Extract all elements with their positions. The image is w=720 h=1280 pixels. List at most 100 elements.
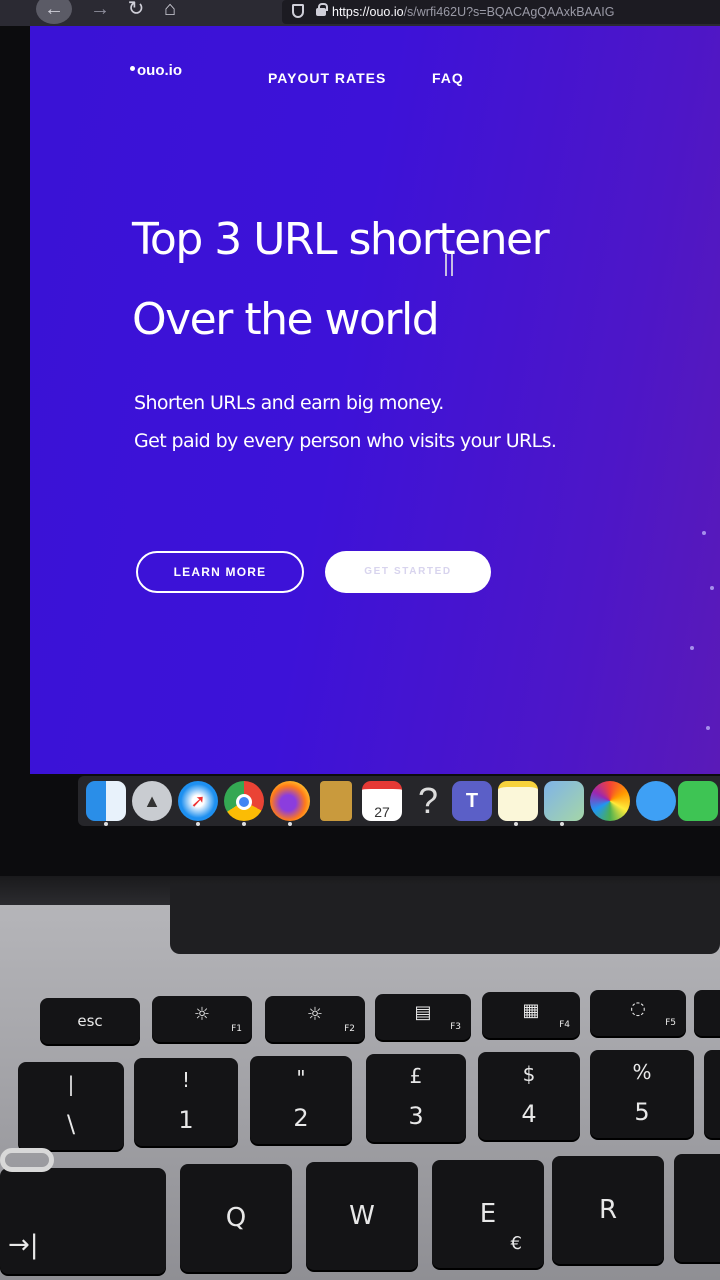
- site-logo[interactable]: ouo.io: [130, 62, 182, 79]
- key-5-top: %: [632, 1060, 652, 1084]
- calendar-day: 27: [374, 804, 390, 820]
- key-5-bottom: 5: [634, 1098, 650, 1126]
- key-backslash-bottom: \: [66, 1110, 76, 1138]
- key-1-bottom: 1: [178, 1106, 194, 1134]
- key-f1[interactable]: ☼ F1: [152, 996, 252, 1042]
- reload-icon[interactable]: ↻: [118, 0, 154, 24]
- logo-text: ouo.io: [137, 62, 182, 79]
- key-f4[interactable]: ▦ F4: [482, 992, 580, 1038]
- key-f2[interactable]: ☼ F2: [265, 996, 365, 1042]
- key-r[interactable]: R: [552, 1156, 664, 1264]
- key-6[interactable]: [704, 1050, 720, 1138]
- key-2-top: ": [296, 1066, 306, 1090]
- get-started-button[interactable]: GET STARTED: [325, 551, 491, 593]
- browser-toolbar: ← → ↻ ⌂ https://ouo.io/s/wrfi462U?s=BQAC…: [0, 0, 720, 26]
- network-dot: [690, 646, 694, 650]
- teams-glyph: T: [465, 790, 479, 812]
- key-tab-label: →|: [8, 1230, 39, 1260]
- calendar-icon[interactable]: 27: [362, 781, 402, 821]
- back-arrow-icon[interactable]: ←: [36, 0, 72, 24]
- key-3-top: £: [409, 1064, 423, 1088]
- forward-arrow-icon[interactable]: →: [82, 0, 118, 24]
- key-esc-label: esc: [77, 1012, 103, 1030]
- key-f2-label: F2: [344, 1024, 355, 1034]
- key-w[interactable]: W: [306, 1162, 418, 1270]
- hero-title-line2: Over the world: [132, 294, 440, 345]
- running-indicator: [288, 822, 292, 826]
- hero-subtitle-line2: Get paid by every person who visits your…: [134, 430, 557, 452]
- brightness-up-icon: ☼: [306, 1004, 324, 1025]
- key-1[interactable]: ! 1: [134, 1058, 238, 1146]
- hinge-bar: [170, 884, 720, 954]
- key-backslash-top: |: [67, 1072, 75, 1096]
- url-bar[interactable]: https://ouo.io/s/wrfi462U?s=BQACAgQAAxkB…: [282, 0, 720, 24]
- key-f1-label: F1: [231, 1024, 242, 1034]
- key-e[interactable]: E €: [432, 1160, 544, 1268]
- key-2[interactable]: " 2: [250, 1056, 352, 1144]
- learn-more-button[interactable]: LEARN MORE: [136, 551, 304, 593]
- firefox-icon[interactable]: [270, 781, 310, 821]
- chrome-icon[interactable]: [224, 781, 264, 821]
- help-icon[interactable]: ?: [408, 781, 448, 821]
- messages-icon[interactable]: [636, 781, 676, 821]
- key-t[interactable]: [674, 1154, 720, 1262]
- facetime-icon[interactable]: [678, 781, 718, 821]
- key-e-label: E: [479, 1199, 497, 1229]
- key-f5[interactable]: ◌ F5: [590, 990, 686, 1036]
- running-indicator: [560, 822, 564, 826]
- nav-faq[interactable]: FAQ: [432, 70, 464, 86]
- key-r-label: R: [598, 1195, 618, 1225]
- launchpad-icon[interactable]: ▲: [132, 781, 172, 821]
- safari-icon[interactable]: ➚: [178, 781, 218, 821]
- help-glyph: ?: [417, 780, 439, 821]
- key-4[interactable]: $4: [478, 1052, 580, 1140]
- key-f5-label: F5: [665, 1018, 676, 1028]
- network-dot: [706, 726, 710, 730]
- key-4-top: $: [522, 1062, 536, 1086]
- logo-dot-icon: [130, 66, 135, 71]
- key-5[interactable]: % 5: [590, 1050, 694, 1138]
- key-f4-label: F4: [559, 1020, 570, 1030]
- text-cursor-icon: [445, 254, 453, 276]
- key-q[interactable]: Q: [180, 1164, 292, 1272]
- photos-icon[interactable]: [590, 781, 630, 821]
- hero-subtitle-line1: Shorten URLs and earn big money.: [134, 392, 444, 414]
- network-dot: [702, 531, 706, 535]
- lock-icon[interactable]: [316, 3, 328, 16]
- keyring: [0, 1148, 54, 1172]
- teams-icon[interactable]: T: [452, 781, 492, 821]
- key-f6[interactable]: [694, 990, 720, 1036]
- mission-control-icon: ▤: [414, 1002, 432, 1023]
- key-e-euro: €: [510, 1233, 522, 1254]
- key-4-bottom: 4: [521, 1100, 537, 1128]
- url-host: https://ouo.io: [332, 5, 404, 19]
- key-q-label: Q: [225, 1203, 247, 1233]
- hero-title-line1: Top 3 URL shortener: [132, 214, 550, 265]
- home-icon[interactable]: ⌂: [152, 0, 188, 24]
- running-indicator: [196, 822, 200, 826]
- network-dot: [710, 586, 714, 590]
- running-indicator: [104, 822, 108, 826]
- key-f3-label: F3: [450, 1022, 461, 1032]
- key-3-bottom: 3: [408, 1102, 424, 1130]
- preview-icon[interactable]: [544, 781, 584, 821]
- running-indicator: [514, 822, 518, 826]
- keyboard-light-icon: ◌: [630, 998, 646, 1019]
- finder-icon[interactable]: [86, 781, 126, 821]
- notes-icon[interactable]: [498, 781, 538, 821]
- key-tab[interactable]: →|: [0, 1168, 166, 1274]
- contacts-icon[interactable]: [320, 781, 352, 821]
- key-3[interactable]: £3: [366, 1054, 466, 1142]
- nav-payout-rates[interactable]: PAYOUT RATES: [268, 70, 386, 86]
- key-backslash[interactable]: | \: [18, 1062, 124, 1150]
- key-f3[interactable]: ▤ F3: [375, 994, 471, 1040]
- brightness-down-icon: ☼: [193, 1004, 211, 1025]
- url-path: /s/wrfi462U?s=BQACAgQAAxkBAAIG: [403, 5, 615, 19]
- shield-icon[interactable]: [292, 4, 304, 18]
- macos-dock: ▲ ➚ 27 ? T: [78, 776, 720, 826]
- web-page: ouo.io PAYOUT RATES FAQ Top 3 URL shorte…: [30, 26, 720, 774]
- key-esc[interactable]: esc: [40, 998, 140, 1044]
- key-1-top: !: [181, 1068, 191, 1092]
- launchpad-grid-icon: ▦: [522, 1000, 540, 1021]
- key-w-label: W: [349, 1201, 375, 1231]
